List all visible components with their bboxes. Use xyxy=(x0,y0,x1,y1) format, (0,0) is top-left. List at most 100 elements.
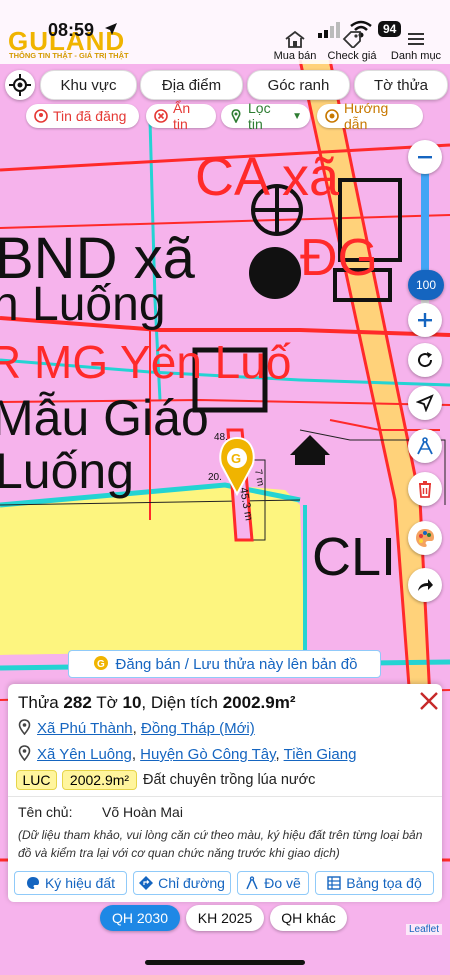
land-legend-button[interactable]: Ký hiệu đất xyxy=(14,871,127,895)
target-icon xyxy=(325,109,339,123)
logo-tagline: THÔNG TIN THẬT - GIÁ TRỊ THẬT xyxy=(9,51,129,60)
location-pin-icon xyxy=(18,745,31,761)
thua-label: Thửa xyxy=(18,693,59,712)
save-parcel-button[interactable]: G Đăng bán / Lưu thửa này lên bản đồ xyxy=(68,650,381,678)
address-old: Xã Yên Luông, Huyện Gò Công Tây, Tiền Gi… xyxy=(18,745,356,763)
chip-label: Hướng dẫn xyxy=(344,100,389,132)
app-header: GULAND THÔNG TIN THẬT - GIÁ TRỊ THẬT 08:… xyxy=(0,0,450,64)
svg-text:G: G xyxy=(97,659,105,670)
zoom-in-button[interactable] xyxy=(408,303,442,337)
delete-button[interactable] xyxy=(408,472,442,506)
close-icon[interactable] xyxy=(418,690,440,712)
navigation-arrow-icon xyxy=(416,394,434,412)
address-new: Xã Phú Thành, Đồng Tháp (Mới) xyxy=(18,719,255,737)
palette-icon xyxy=(416,529,434,547)
compass-draw-icon xyxy=(417,437,433,455)
close-circle-icon xyxy=(154,109,168,123)
address-ward-link[interactable]: Xã Phú Thành xyxy=(37,720,133,737)
land-type: Đất chuyên trồng lúa nước xyxy=(143,772,316,788)
location-arrow-icon xyxy=(105,23,117,35)
draw-tool-button[interactable] xyxy=(408,429,442,463)
filter-to-thua[interactable]: Tờ thửa xyxy=(354,70,448,100)
chip-an-tin[interactable]: Ẩn tin xyxy=(146,100,216,132)
address-province-link[interactable]: Đồng Tháp (Mới) xyxy=(141,720,255,737)
chip-label: Ẩn tin xyxy=(173,100,191,132)
owner-label: Tên chủ: xyxy=(18,804,73,820)
parcel-label-2: 20. xyxy=(208,472,222,483)
refresh-icon xyxy=(418,352,433,368)
svg-text:G: G xyxy=(231,451,241,466)
zoom-out-button[interactable] xyxy=(408,140,442,174)
filter-goc-ranh[interactable]: Góc ranh xyxy=(247,70,350,100)
table-icon xyxy=(327,876,341,890)
address-district-link[interactable]: Huyện Gò Công Tây xyxy=(140,746,275,763)
color-legend-button[interactable] xyxy=(408,521,442,555)
chip-label: Tin đã đăng xyxy=(53,108,127,124)
action-label: Chỉ đường xyxy=(158,875,225,891)
nav-mua-ban[interactable]: Mua bán xyxy=(270,30,320,62)
menu-icon xyxy=(408,33,424,45)
measure-icon xyxy=(246,876,258,890)
chip-loc-tin[interactable]: Lọc tin ▼ xyxy=(221,100,310,132)
parcel-area: 2002.9m² xyxy=(222,693,296,712)
divider xyxy=(8,796,442,797)
minus-icon xyxy=(418,156,432,159)
to-number: 10 xyxy=(122,693,142,712)
map-label-luong-1: n Luống xyxy=(0,278,166,331)
refresh-button[interactable] xyxy=(408,343,442,377)
map-label-mg: R MG Yên Luố xyxy=(0,336,291,388)
action-label: Ký hiệu đất xyxy=(44,875,116,891)
map-label-ca: CA xã xyxy=(195,147,340,207)
action-label: Bảng tọa độ xyxy=(346,875,422,891)
directions-button[interactable]: Chỉ đường xyxy=(133,871,231,895)
home-indicator[interactable] xyxy=(145,960,305,965)
nav-label: Danh mục xyxy=(390,50,442,62)
location-pin-icon xyxy=(18,719,31,735)
house-icon xyxy=(285,30,305,48)
measure-button[interactable]: Đo vẽ xyxy=(237,871,309,895)
save-label: Đăng bán / Lưu thửa này lên bản đồ xyxy=(115,655,358,673)
status-time: 08:59 xyxy=(48,20,95,40)
address-ward-link[interactable]: Xã Yên Luông xyxy=(37,746,132,763)
map-label-mau-giao: Mẫu Giáo xyxy=(0,390,209,446)
parcel-info-panel: Thửa 282 Tờ 10, Diện tích 2002.9m² Xã Ph… xyxy=(8,684,442,902)
action-label: Đo vẽ xyxy=(264,875,301,891)
zoom-level-handle[interactable]: 100 xyxy=(408,270,444,300)
posted-icon xyxy=(34,109,48,123)
navigate-button[interactable] xyxy=(408,386,442,420)
share-arrow-icon xyxy=(418,579,433,591)
crosshair-icon xyxy=(9,74,31,96)
map-symbol-dot xyxy=(249,247,301,299)
coordinate-table-button[interactable]: Bảng tọa độ xyxy=(315,871,434,895)
chip-tin-da-dang[interactable]: Tin đã đăng xyxy=(26,104,139,128)
locate-me-button[interactable] xyxy=(5,70,35,100)
share-button[interactable] xyxy=(408,568,442,602)
land-code-badge: LUC xyxy=(16,770,57,790)
chevron-down-icon: ▼ xyxy=(292,110,302,122)
guland-pin-icon: G xyxy=(93,656,108,670)
tab-qh-2030[interactable]: QH 2030 xyxy=(100,905,180,931)
map-pin-icon xyxy=(231,109,241,123)
filter-dia-diem[interactable]: Địa điểm xyxy=(140,70,243,100)
map-label-luong-2: Luống xyxy=(0,443,134,499)
nav-danh-muc[interactable]: Danh mục xyxy=(388,30,444,62)
map-label-cli: CLI xyxy=(312,527,396,587)
owner-name: Võ Hoàn Mai xyxy=(102,804,183,820)
nav-check-gia[interactable]: Check giá xyxy=(326,30,378,62)
trash-icon xyxy=(419,481,431,498)
area-label: , Diện tích xyxy=(141,693,218,712)
chip-huong-dan[interactable]: Hướng dẫn xyxy=(317,100,423,132)
plus-icon xyxy=(418,313,432,327)
tab-kh-2025[interactable]: KH 2025 xyxy=(186,905,264,931)
map-label-dg: ĐG xyxy=(300,229,378,287)
leaflet-attribution[interactable]: Leaflet xyxy=(406,924,443,935)
address-province-link[interactable]: Tiền Giang xyxy=(284,746,357,763)
to-label: Tờ xyxy=(96,693,118,712)
price-tag-icon xyxy=(342,31,361,48)
directions-icon xyxy=(139,876,154,890)
filter-khu-vuc[interactable]: Khu vực xyxy=(40,70,137,100)
land-area-badge: 2002.9m² xyxy=(62,770,137,790)
tab-qh-khac[interactable]: QH khác xyxy=(270,905,347,931)
palette-icon xyxy=(26,877,39,889)
thua-number: 282 xyxy=(63,693,92,712)
